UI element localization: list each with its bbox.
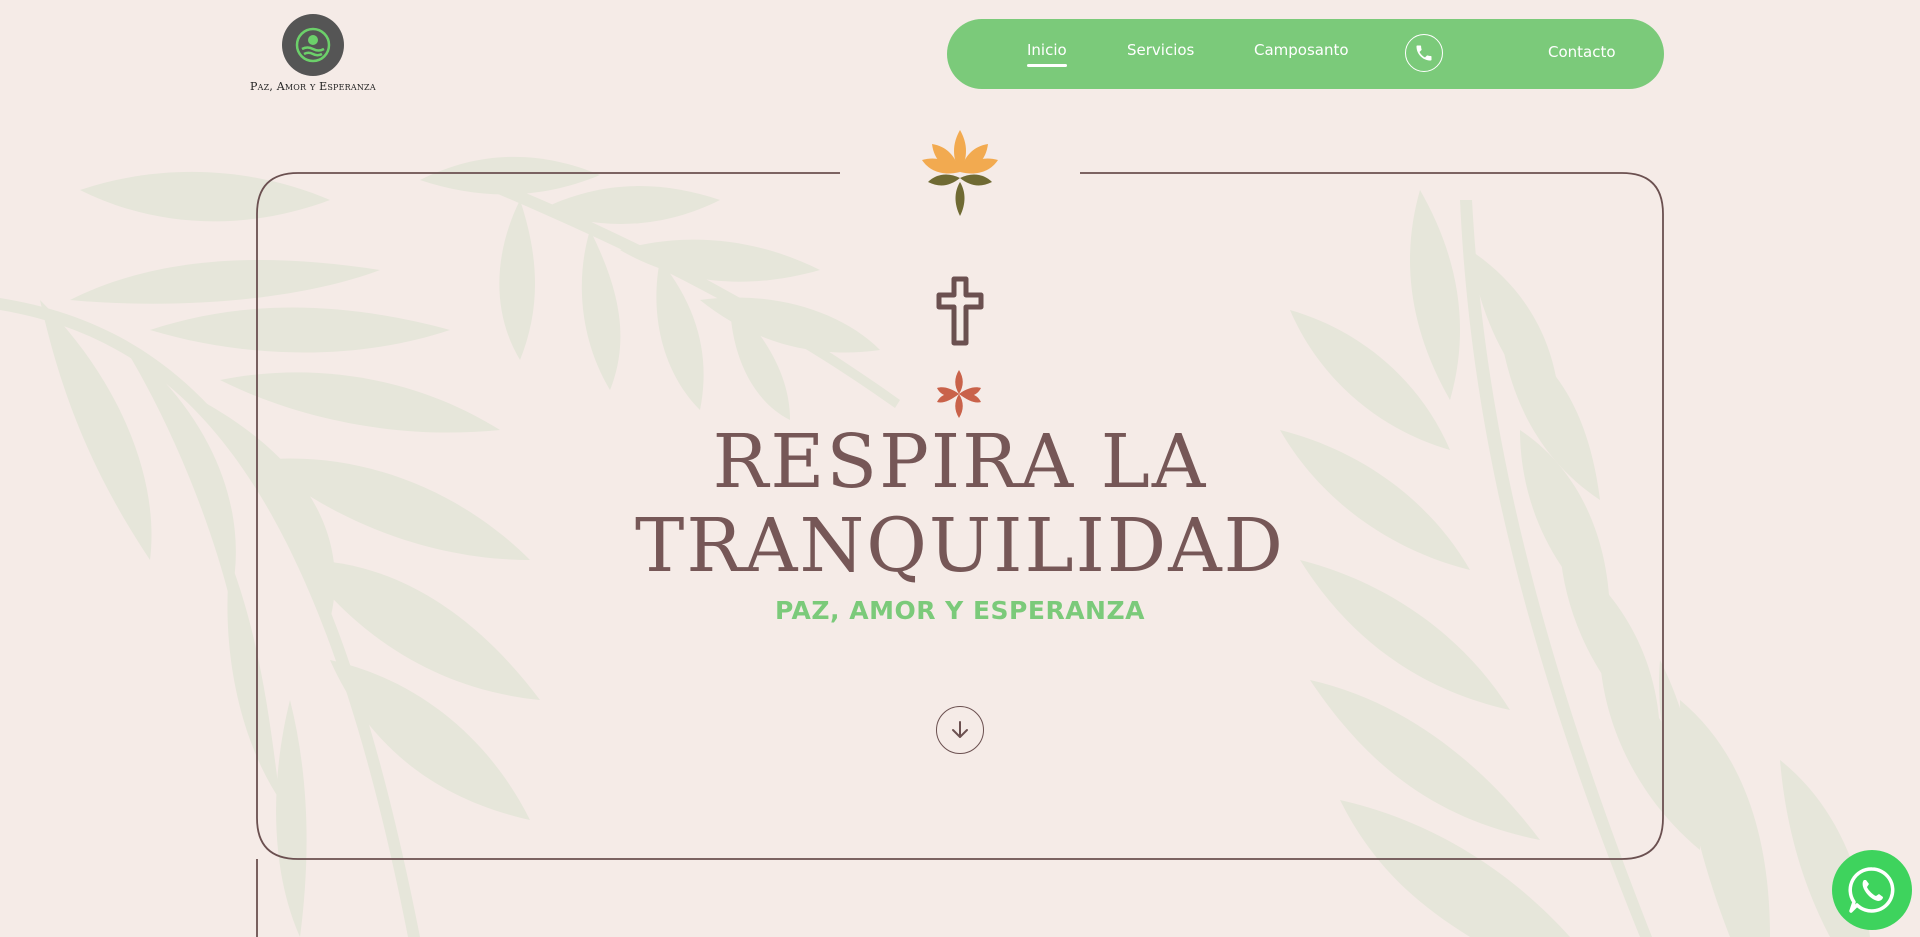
hero-title-line-1: RESPIRA LA (712, 419, 1208, 505)
nav-item-inicio[interactable]: Inicio (1027, 41, 1067, 67)
nav-item-servicios[interactable]: Servicios (1127, 41, 1194, 59)
person-waves-logo-icon (281, 14, 344, 76)
brand-name: Paz, Amor y Esperanza (250, 80, 376, 93)
phone-icon (1416, 45, 1432, 61)
hero-title: RESPIRA LA TRANQUILIDAD (560, 420, 1360, 588)
nav-item-camposanto[interactable]: Camposanto (1254, 41, 1349, 59)
page: Paz, Amor y Esperanza Inicio Servicios C… (0, 0, 1920, 937)
flower-icon (937, 370, 981, 418)
brand-logo[interactable]: Paz, Amor y Esperanza (250, 14, 376, 93)
nav-item-contacto[interactable]: Contacto (1548, 43, 1616, 61)
whatsapp-icon (1848, 867, 1895, 913)
main-nav: Inicio Servicios Camposanto Contacto (947, 19, 1664, 89)
hero-title-line-2: TRANQUILIDAD (634, 503, 1285, 589)
lotus-icon (922, 130, 998, 216)
arrow-down-icon (952, 721, 968, 738)
cross-icon (936, 276, 984, 346)
hero-subtitle: PAZ, AMOR Y ESPERANZA (775, 596, 1145, 625)
scroll-down-button[interactable] (936, 706, 984, 754)
whatsapp-button[interactable] (1832, 850, 1912, 930)
phone-button[interactable] (1405, 34, 1443, 72)
